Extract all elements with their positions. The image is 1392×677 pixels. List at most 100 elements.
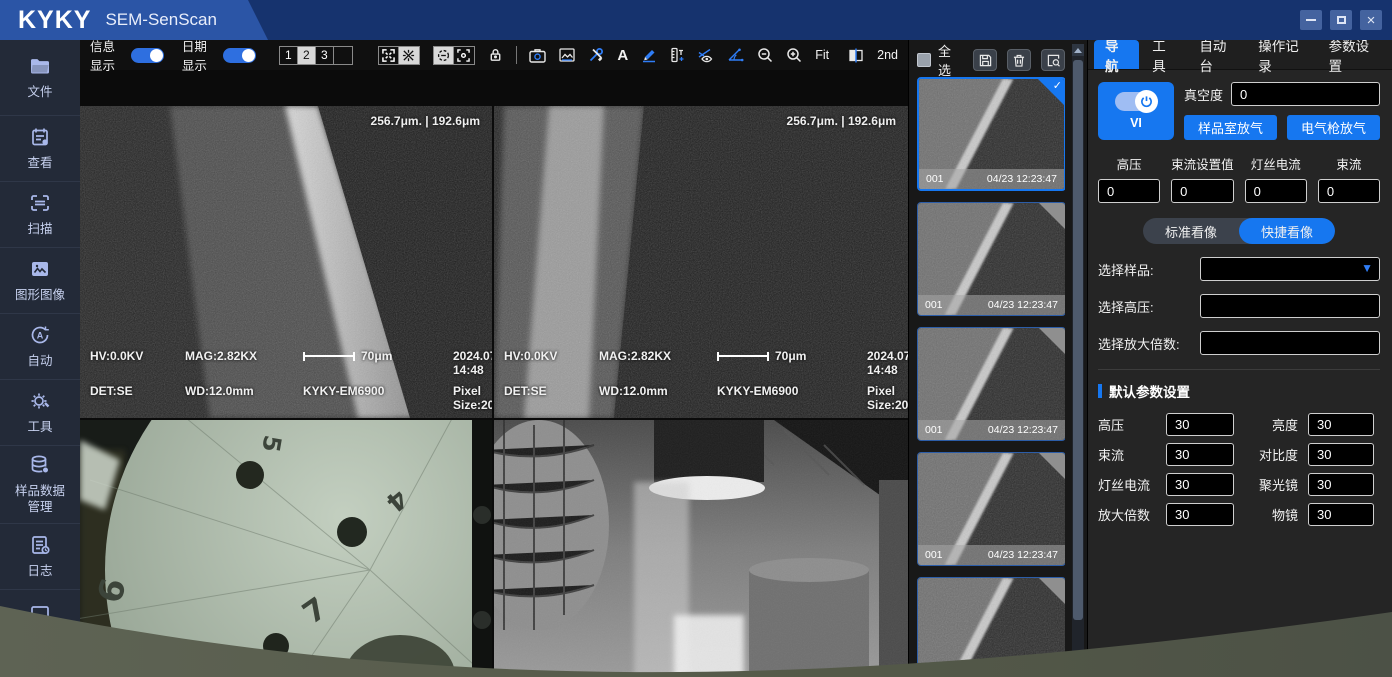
select-sample-label: 选择样品:: [1098, 260, 1200, 279]
close-button[interactable]: ×: [1360, 10, 1382, 30]
sem-info-overlay: HV:0.0KV MAG:2.82KX 70μm 2024.07.23 14:4…: [504, 349, 900, 412]
stage-camera-view[interactable]: 6 7 4 5: [80, 420, 492, 677]
select-hv-label: 选择高压:: [1098, 297, 1200, 316]
second-view-button[interactable]: 2nd: [877, 48, 898, 62]
window-controls: ×: [1300, 0, 1382, 40]
beam-set-input[interactable]: [1171, 179, 1234, 203]
select-mag-input[interactable]: [1200, 331, 1380, 355]
param-brightness-input[interactable]: [1308, 413, 1374, 436]
tab-parameter-settings[interactable]: 参数设置: [1318, 40, 1386, 69]
vent-chamber-button[interactable]: 样品室放气: [1184, 115, 1277, 140]
thumbnail-item[interactable]: 00104/23 12:23:47: [917, 577, 1065, 672]
fit-button[interactable]: Fit: [815, 48, 829, 62]
zoom-in-button[interactable]: [786, 46, 802, 64]
select-sample-dropdown[interactable]: [1200, 257, 1380, 281]
sidebar-item-scan[interactable]: 扫描: [0, 182, 80, 248]
param-beam-input[interactable]: [1166, 443, 1234, 466]
lock-button[interactable]: [488, 46, 503, 64]
image-adjust-button[interactable]: [559, 46, 575, 64]
thumbnail-item[interactable]: 00104/23 12:23:47: [917, 327, 1065, 441]
select-hv-input[interactable]: [1200, 294, 1380, 318]
sidebar-item-label: 扫描: [27, 222, 52, 238]
sidebar-item-log[interactable]: 日志: [0, 524, 80, 590]
sidebar-item-tools[interactable]: 工具: [0, 380, 80, 446]
tab-operation-log[interactable]: 操作记录: [1247, 40, 1315, 69]
ruler-text-button[interactable]: [670, 46, 684, 64]
zoom-out-icon: [757, 47, 773, 63]
select-all-checkbox[interactable]: [917, 53, 931, 67]
sidebar-item-auto[interactable]: A 自动: [0, 314, 80, 380]
focus-corners-icon: [457, 49, 470, 62]
delete-button[interactable]: [1007, 49, 1031, 71]
thumbnail-item[interactable]: 00104/23 12:23:47: [917, 202, 1065, 316]
preview-button[interactable]: [1041, 49, 1065, 71]
param-filament-input[interactable]: [1166, 473, 1234, 496]
hv-input[interactable]: [1098, 179, 1160, 203]
date-display-toggle[interactable]: [223, 48, 256, 63]
expand-arrows-button[interactable]: [379, 47, 399, 64]
vacuum-label: 真空度: [1184, 85, 1223, 104]
thumbnail-scrollbar[interactable]: [1072, 44, 1084, 677]
sem-image-2[interactable]: 256.7μm. | 192.6μm HV:0.0KV MAG:2.82KX 7…: [494, 106, 908, 418]
chamber-camera-image: [494, 420, 908, 677]
vent-gun-button[interactable]: 电气枪放气: [1287, 115, 1380, 140]
angle-measure-button[interactable]: [727, 46, 744, 64]
tab-tools[interactable]: 工具: [1141, 40, 1186, 69]
vi-toggle[interactable]: [1115, 92, 1157, 111]
view-blank-button[interactable]: [334, 47, 352, 64]
info-display-toggle[interactable]: [131, 48, 164, 63]
chamber-camera-view[interactable]: [494, 420, 908, 677]
minimize-button[interactable]: [1300, 10, 1322, 30]
param-condenser-input[interactable]: [1308, 473, 1374, 496]
sem-image-1[interactable]: 256.7μm. | 192.6μm HV:0.0KV MAG:2.82KX 7…: [80, 106, 492, 418]
tab-navigation[interactable]: 导航: [1094, 40, 1139, 69]
grid-pattern-icon: [402, 49, 415, 62]
tab-auto-stage[interactable]: 自动台: [1188, 40, 1245, 69]
sidebar-item-files[interactable]: 文件: [0, 40, 80, 116]
thumbnail-timestamp: 04/23 12:23:47: [988, 299, 1058, 311]
vi-power-card[interactable]: VI: [1098, 82, 1174, 140]
info-display-label: 信息显示: [90, 36, 118, 74]
beam-input[interactable]: [1318, 179, 1380, 203]
thumbnail-item[interactable]: 00104/23 12:23:47: [917, 452, 1065, 566]
text-annotation-button[interactable]: A: [617, 47, 628, 64]
scrollbar-thumb[interactable]: [1073, 60, 1083, 620]
section-divider: [1098, 369, 1380, 370]
maximize-button[interactable]: [1330, 10, 1352, 30]
param-hv-input[interactable]: [1166, 413, 1234, 436]
view-3-button[interactable]: 3: [316, 47, 334, 64]
measure-tools-button[interactable]: [588, 46, 604, 64]
zoom-out-button[interactable]: [757, 46, 773, 64]
quick-imaging-button[interactable]: 快捷看像: [1239, 218, 1335, 244]
param-contrast-input[interactable]: [1308, 443, 1374, 466]
filament-input[interactable]: [1245, 179, 1307, 203]
sidebar-item-label: 工具: [27, 420, 52, 436]
save-button[interactable]: [973, 49, 997, 71]
dashed-circle-button[interactable]: [434, 47, 454, 64]
grid-pattern-button[interactable]: [399, 47, 419, 64]
standard-imaging-button[interactable]: 标准看像: [1143, 218, 1239, 244]
capture-button[interactable]: [529, 46, 546, 64]
sidebar-item-view[interactable]: 查看: [0, 116, 80, 182]
sidebar-item-sample-data[interactable]: 样品数据 管理: [0, 446, 80, 524]
sidebar-item-more[interactable]: [0, 590, 80, 677]
toolbar-divider: [516, 46, 517, 64]
title-bar: KYKY SEM-SenScan ×: [0, 0, 1392, 40]
sidebar-item-graphics[interactable]: 图形图像: [0, 248, 80, 314]
view-1-button[interactable]: 1: [280, 47, 298, 64]
scan-icon: [28, 191, 52, 215]
param-mag-input[interactable]: [1166, 503, 1234, 526]
focus-corners-button[interactable]: [454, 47, 474, 64]
measure-view-button[interactable]: [697, 46, 714, 64]
split-view-button[interactable]: [848, 46, 864, 64]
close-icon: ×: [1367, 13, 1376, 28]
vacuum-input[interactable]: [1231, 82, 1380, 106]
sidebar-item-label: 样品数据 管理: [9, 484, 71, 515]
view-2-button[interactable]: 2: [298, 47, 316, 64]
param-objective-input[interactable]: [1308, 503, 1374, 526]
beam-set-field-label: 束流设置值: [1171, 154, 1234, 173]
scroll-up-button[interactable]: [1072, 44, 1084, 56]
thumbnail-item[interactable]: ✓ 00104/23 12:23:47: [917, 77, 1065, 191]
draw-measure-button[interactable]: [641, 46, 657, 64]
param-mag-label: 放大倍数: [1098, 505, 1158, 524]
